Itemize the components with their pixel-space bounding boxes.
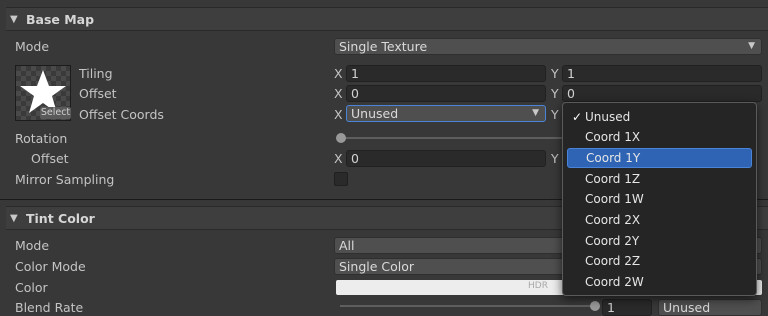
menu-item-unused[interactable]: ✓ Unused bbox=[567, 107, 752, 127]
offset-coords-x-dropdown[interactable]: Unused ▼ bbox=[346, 105, 546, 122]
tiling-y-input[interactable]: 1 bbox=[562, 65, 762, 82]
rotation-slider-track[interactable] bbox=[340, 137, 565, 139]
tiling-label: Tiling bbox=[79, 66, 113, 81]
rotation-slider-handle[interactable] bbox=[336, 133, 346, 143]
offset-y-axis: Y bbox=[551, 86, 559, 101]
texture-slot[interactable]: Select bbox=[15, 65, 71, 121]
menu-item-coord-1z[interactable]: Coord 1Z bbox=[567, 169, 752, 189]
chevron-down-icon: ▼ bbox=[748, 41, 755, 51]
blend-rate-slider-handle[interactable] bbox=[590, 301, 600, 311]
coords-dropdown-menu: ✓ Unused Coord 1X Coord 1Y Coord 1Z Coor… bbox=[562, 102, 757, 296]
tiling-y-axis: Y bbox=[551, 66, 559, 81]
rotation-label: Rotation bbox=[15, 131, 68, 146]
mode-label: Mode bbox=[15, 39, 50, 54]
tint-color-title: Tint Color bbox=[26, 210, 95, 226]
base-map-header[interactable]: ▼ Base Map bbox=[6, 7, 768, 31]
rotation-offset-x-axis: X bbox=[334, 151, 343, 166]
menu-item-coord-2y[interactable]: Coord 2Y bbox=[567, 231, 752, 251]
offset-coords-x-axis: X bbox=[334, 107, 343, 122]
rotation-offset-y-axis: Y bbox=[551, 151, 559, 166]
menu-item-coord-1x[interactable]: Coord 1X bbox=[567, 127, 752, 147]
offset-coords-y-axis: Y bbox=[551, 107, 559, 122]
menu-item-label: Coord 2Y bbox=[585, 234, 640, 248]
tint-mode-label: Mode bbox=[15, 238, 50, 253]
menu-item-coord-2w[interactable]: Coord 2W bbox=[567, 272, 752, 292]
hdr-label: HDR bbox=[528, 281, 548, 291]
offset-y-input[interactable]: 0 bbox=[562, 85, 762, 102]
menu-item-label: Coord 1Y bbox=[586, 151, 641, 165]
offset-x-axis: X bbox=[334, 86, 343, 101]
offset-coords-label: Offset Coords bbox=[79, 107, 164, 122]
color-mode-value: Single Color bbox=[339, 259, 415, 274]
mode-dropdown[interactable]: Single Texture ▼ bbox=[334, 38, 762, 55]
menu-item-label: Coord 2Z bbox=[585, 254, 641, 268]
menu-item-label: Coord 2X bbox=[585, 213, 641, 227]
chevron-down-icon: ▼ bbox=[532, 108, 539, 118]
color-mode-label: Color Mode bbox=[15, 259, 86, 274]
mode-value: Single Texture bbox=[339, 39, 428, 54]
tiling-x-input[interactable]: 1 bbox=[346, 65, 546, 82]
base-map-title: Base Map bbox=[26, 11, 95, 27]
menu-item-coord-2z[interactable]: Coord 2Z bbox=[567, 251, 752, 271]
menu-item-label: Coord 1X bbox=[585, 130, 641, 144]
menu-item-coord-2x[interactable]: Coord 2X bbox=[567, 210, 752, 230]
menu-item-label: Coord 1Z bbox=[585, 172, 641, 186]
menu-item-label: Coord 1W bbox=[585, 192, 644, 206]
tint-mode-value: All bbox=[339, 238, 355, 253]
menu-item-coord-1w[interactable]: Coord 1W bbox=[567, 189, 752, 209]
collapse-triangle-icon[interactable]: ▼ bbox=[10, 14, 26, 25]
offset-coords-x-value: Unused bbox=[351, 106, 399, 121]
menu-item-label: Coord 2W bbox=[585, 275, 644, 289]
menu-item-coord-1y[interactable]: Coord 1Y bbox=[567, 148, 752, 168]
tiling-x-axis: X bbox=[334, 66, 343, 81]
rotation-offset-x-input[interactable]: 0 bbox=[346, 150, 546, 167]
mirror-sampling-label: Mirror Sampling bbox=[15, 172, 115, 187]
texture-select-button[interactable]: Select bbox=[40, 107, 71, 119]
rotation-offset-label: Offset bbox=[31, 151, 69, 166]
color-label: Color bbox=[15, 280, 48, 295]
collapse-triangle-icon[interactable]: ▼ bbox=[10, 213, 26, 224]
mirror-sampling-checkbox[interactable] bbox=[334, 172, 348, 186]
offset-x-input[interactable]: 0 bbox=[346, 85, 546, 102]
checkmark-icon: ✓ bbox=[572, 110, 583, 124]
offset-label: Offset bbox=[79, 86, 117, 101]
menu-item-label: Unused bbox=[585, 110, 631, 124]
blend-rate-slider-track[interactable] bbox=[340, 305, 595, 307]
